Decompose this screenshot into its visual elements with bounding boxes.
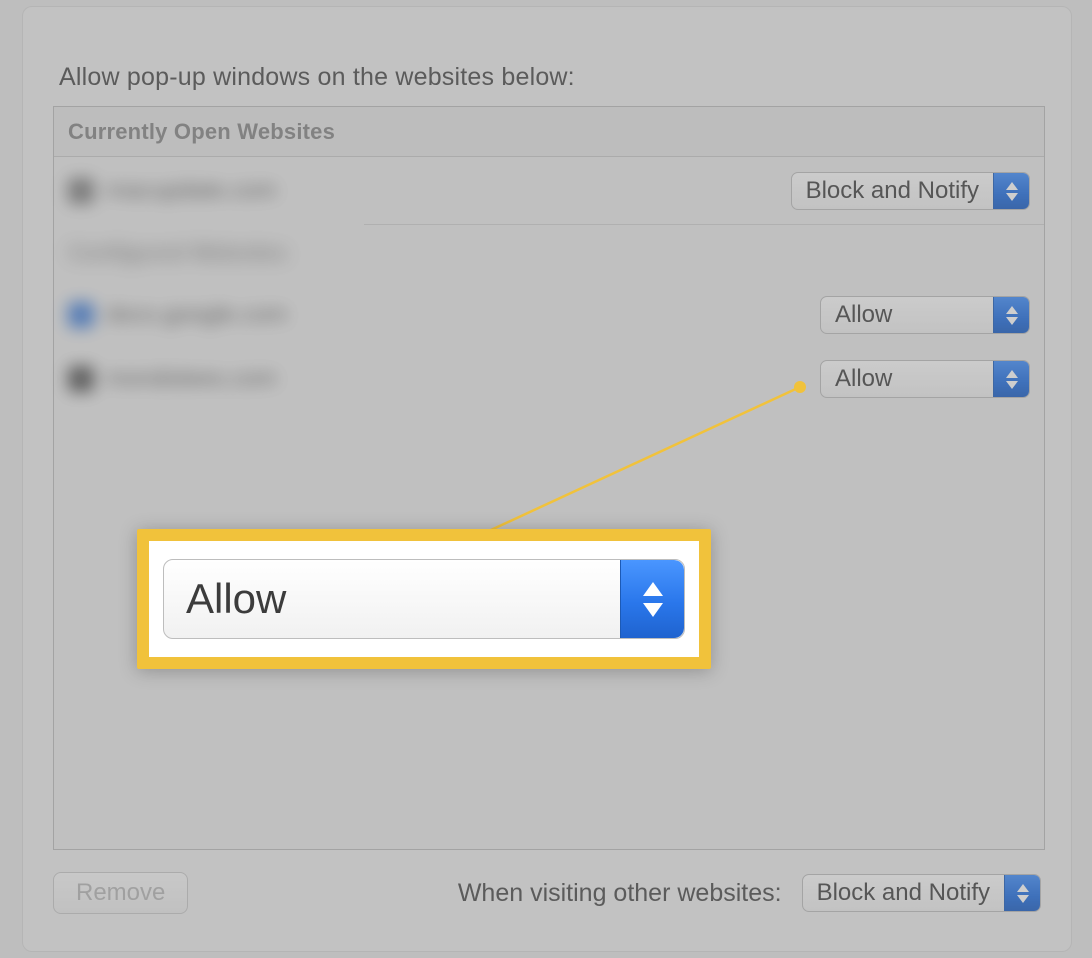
- updown-chevron-icon: [993, 173, 1029, 209]
- other-websites-label: When visiting other websites:: [458, 879, 782, 908]
- select-value: Block and Notify: [792, 173, 993, 209]
- updown-chevron-icon: [993, 297, 1029, 333]
- select-value: Allow: [164, 560, 620, 638]
- website-cell-blurred: macupdate.com: [68, 177, 277, 205]
- website-domain: mondotees.com: [106, 365, 277, 393]
- settings-panel: Allow pop-up windows on the websites bel…: [22, 6, 1072, 952]
- websites-list: Currently Open Websites macupdate.com Bl…: [53, 106, 1045, 850]
- select-value: Allow: [821, 297, 993, 333]
- favicon-icon: [68, 366, 94, 392]
- select-value: Block and Notify: [803, 875, 1004, 911]
- favicon-icon: [68, 178, 94, 204]
- annotation-callout: Allow: [137, 529, 711, 669]
- favicon-icon: [68, 302, 94, 328]
- website-domain: macupdate.com: [106, 177, 277, 205]
- website-cell-blurred: mondotees.com: [68, 365, 277, 393]
- website-row[interactable]: mondotees.com Allow: [54, 349, 1044, 409]
- updown-chevron-icon: [993, 361, 1029, 397]
- updown-chevron-icon: [620, 560, 684, 638]
- select-value: Allow: [821, 361, 993, 397]
- website-domain: docs.google.com: [106, 301, 287, 329]
- website-cell-blurred: docs.google.com: [68, 301, 287, 329]
- popup-permission-select[interactable]: Block and Notify: [791, 172, 1030, 210]
- page-heading: Allow pop-up windows on the websites bel…: [59, 63, 575, 92]
- popup-permission-select[interactable]: Allow: [820, 360, 1030, 398]
- remove-button-label: Remove: [76, 879, 165, 907]
- callout-permission-select[interactable]: Allow: [163, 559, 685, 639]
- remove-button[interactable]: Remove: [53, 872, 188, 914]
- updown-chevron-icon: [1004, 875, 1040, 911]
- footer-row: Remove When visiting other websites: Blo…: [53, 869, 1041, 917]
- popup-permission-select[interactable]: Allow: [820, 296, 1030, 334]
- website-row[interactable]: macupdate.com Block and Notify: [54, 157, 1044, 225]
- website-row[interactable]: docs.google.com Allow: [54, 281, 1044, 349]
- section-header-configured-websites-blurred: Configured Websites: [54, 225, 1044, 281]
- section-header-open-websites: Currently Open Websites: [54, 107, 1044, 157]
- other-websites-permission-select[interactable]: Block and Notify: [802, 874, 1041, 912]
